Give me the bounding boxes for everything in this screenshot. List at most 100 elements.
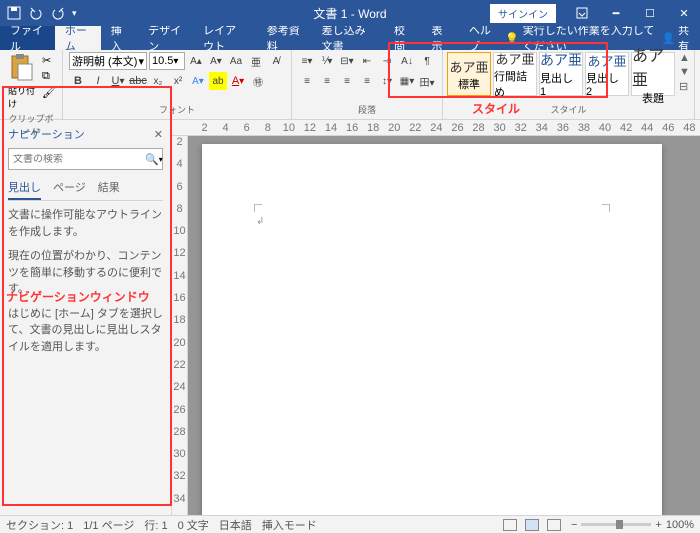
style-chip-2[interactable]: あア亜見出し 1 bbox=[539, 52, 583, 96]
styles-scroll-up-icon[interactable]: ▲ bbox=[679, 52, 690, 64]
grow-font-icon[interactable]: A▴ bbox=[187, 52, 205, 70]
cursor-mark: ↲ bbox=[256, 216, 264, 227]
style-chip-1[interactable]: あア亜行間詰め bbox=[493, 52, 537, 96]
justify-icon[interactable]: ≡ bbox=[358, 72, 376, 90]
align-center-icon[interactable]: ≡ bbox=[318, 72, 336, 90]
signin-button[interactable]: サインイン bbox=[490, 4, 556, 23]
close-icon[interactable]: ✕ bbox=[668, 0, 700, 26]
enclose-icon[interactable]: ㊕ bbox=[249, 72, 267, 90]
zoom-slider[interactable]: − + 100% bbox=[571, 519, 694, 531]
strike-button[interactable]: abc bbox=[129, 72, 147, 90]
bold-button[interactable]: B bbox=[69, 72, 87, 90]
zoom-out-icon[interactable]: − bbox=[571, 519, 577, 531]
undo-icon[interactable] bbox=[28, 5, 44, 21]
align-left-icon[interactable]: ≡ bbox=[298, 72, 316, 90]
shrink-font-icon[interactable]: A▾ bbox=[207, 52, 225, 70]
borders-icon[interactable]: 田▾ bbox=[418, 72, 436, 90]
cut-icon[interactable]: ✂ bbox=[42, 54, 56, 68]
tab-design[interactable]: デザイン bbox=[138, 26, 193, 50]
bulb-icon: 💡 bbox=[505, 32, 519, 45]
document-area: 2468101214161820222426283032343638404244… bbox=[172, 120, 700, 515]
window-title: 文書 1 - Word bbox=[313, 5, 386, 22]
group-paragraph: ≡▾ ⅟▾ ⊟▾ ⇤ ⇥ A↓ ¶ ≡ ≡ ≡ ≡ ↕▾ ▦▾ 田▾ 段落 bbox=[292, 50, 443, 119]
bullets-icon[interactable]: ≡▾ bbox=[298, 52, 316, 70]
search-icon: 🔍 bbox=[145, 153, 159, 166]
format-painter-icon[interactable]: 🖌 bbox=[42, 86, 56, 100]
tab-layout[interactable]: レイアウト bbox=[193, 26, 257, 50]
nav-body: 文書に操作可能なアウトラインを作成します。 現在の位置がわかり、コンテンツを簡単… bbox=[8, 207, 163, 363]
italic-button[interactable]: I bbox=[89, 72, 107, 90]
phonetic-icon[interactable]: 亜 bbox=[247, 52, 265, 70]
tab-file[interactable]: ファイル bbox=[0, 26, 55, 50]
status-line[interactable]: 行: 1 bbox=[144, 517, 167, 533]
status-lang[interactable]: 日本語 bbox=[219, 517, 252, 533]
ribbon-tabs: ファイル ホーム 挿入 デザイン レイアウト 参考資料 差し込み文書 校閲 表示… bbox=[0, 26, 700, 50]
subscript-button[interactable]: x₂ bbox=[149, 72, 167, 90]
tab-home[interactable]: ホーム bbox=[55, 26, 101, 50]
nav-tab-results[interactable]: 結果 bbox=[98, 176, 120, 200]
horizontal-ruler[interactable]: 2468101214161820222426283032343638404244… bbox=[172, 120, 700, 136]
zoom-in-icon[interactable]: + bbox=[655, 519, 661, 531]
title-bar: ▾ 文書 1 - Word サインイン ━ ☐ ✕ bbox=[0, 0, 700, 26]
nav-close-icon[interactable]: ✕ bbox=[154, 128, 163, 141]
font-size-combo[interactable]: 10.5▾ bbox=[149, 52, 185, 70]
group-label: 段落 bbox=[298, 103, 436, 117]
tab-references[interactable]: 参考資料 bbox=[257, 26, 312, 50]
redo-icon[interactable] bbox=[50, 5, 66, 21]
navigation-pane: ナビゲーション ✕ 🔍▾ 見出し ページ 結果 文書に操作可能なアウトラインを作… bbox=[0, 120, 172, 515]
save-icon[interactable] bbox=[6, 5, 22, 21]
style-chip-3[interactable]: あア亜見出し 2 bbox=[585, 52, 629, 96]
paste-button[interactable]: 貼り付け bbox=[6, 52, 38, 112]
increase-indent-icon[interactable]: ⇥ bbox=[378, 52, 396, 70]
underline-button[interactable]: U▾ bbox=[109, 72, 127, 90]
font-name-combo[interactable]: 游明朝 (本文)▾ bbox=[69, 52, 147, 70]
maximize-icon[interactable]: ☐ bbox=[634, 0, 666, 26]
nav-search-input[interactable]: 🔍▾ bbox=[8, 148, 163, 170]
highlight-icon[interactable]: ab bbox=[209, 72, 227, 90]
tab-mailings[interactable]: 差し込み文書 bbox=[312, 26, 384, 50]
annotation-styles-label: スタイル bbox=[472, 100, 520, 117]
vertical-ruler[interactable]: 246810121416182022242628303234 bbox=[172, 136, 188, 515]
multilevel-icon[interactable]: ⊟▾ bbox=[338, 52, 356, 70]
status-words[interactable]: 0 文字 bbox=[178, 517, 209, 533]
numbering-icon[interactable]: ⅟▾ bbox=[318, 52, 336, 70]
change-case-icon[interactable]: Aa bbox=[227, 52, 245, 70]
status-page[interactable]: 1/1 ページ bbox=[83, 517, 134, 533]
font-color-icon[interactable]: A▾ bbox=[229, 72, 247, 90]
page[interactable]: ↲ bbox=[202, 144, 662, 515]
status-section[interactable]: セクション: 1 bbox=[6, 517, 73, 533]
tab-review[interactable]: 校閲 bbox=[384, 26, 421, 50]
nav-tab-headings[interactable]: 見出し bbox=[8, 176, 41, 200]
sort-icon[interactable]: A↓ bbox=[398, 52, 416, 70]
style-chip-0[interactable]: あア亜標準 bbox=[447, 52, 491, 96]
minimize-icon[interactable]: ━ bbox=[600, 0, 632, 26]
styles-expand-icon[interactable]: ⊟ bbox=[679, 80, 690, 93]
tab-insert[interactable]: 挿入 bbox=[101, 26, 138, 50]
view-read-icon[interactable] bbox=[503, 519, 517, 531]
view-print-icon[interactable] bbox=[525, 519, 539, 531]
group-clipboard: 貼り付け ✂ ⧉ 🖌 クリップボード bbox=[0, 50, 63, 119]
show-marks-icon[interactable]: ¶ bbox=[418, 52, 436, 70]
status-bar: セクション: 1 1/1 ページ 行: 1 0 文字 日本語 挿入モード − +… bbox=[0, 515, 700, 533]
superscript-button[interactable]: x² bbox=[169, 72, 187, 90]
clear-format-icon[interactable]: A̸ bbox=[267, 52, 285, 70]
line-spacing-icon[interactable]: ↕▾ bbox=[378, 72, 396, 90]
view-web-icon[interactable] bbox=[547, 519, 561, 531]
tab-view[interactable]: 表示 bbox=[421, 26, 458, 50]
decrease-indent-icon[interactable]: ⇤ bbox=[358, 52, 376, 70]
tab-help[interactable]: ヘルプ bbox=[459, 26, 505, 50]
group-label: クリップボード bbox=[6, 112, 56, 139]
group-editing: 🔍検索▾ ab置換 ▭選択▾ 編集 bbox=[695, 50, 700, 119]
ribbon-options-icon[interactable] bbox=[566, 0, 598, 26]
style-chip-4[interactable]: あア亜表題 bbox=[631, 52, 675, 96]
shading-icon[interactable]: ▦▾ bbox=[398, 72, 416, 90]
align-right-icon[interactable]: ≡ bbox=[338, 72, 356, 90]
copy-icon[interactable]: ⧉ bbox=[42, 70, 56, 84]
nav-tab-pages[interactable]: ページ bbox=[53, 176, 86, 200]
styles-scroll-down-icon[interactable]: ▼ bbox=[679, 66, 690, 78]
zoom-value[interactable]: 100% bbox=[666, 519, 694, 531]
status-mode[interactable]: 挿入モード bbox=[262, 517, 317, 533]
qat-dropdown-icon[interactable]: ▾ bbox=[72, 8, 77, 19]
annotation-nav-label: ナビゲーションウィンドウ bbox=[6, 288, 150, 305]
text-effects-icon[interactable]: A▾ bbox=[189, 72, 207, 90]
